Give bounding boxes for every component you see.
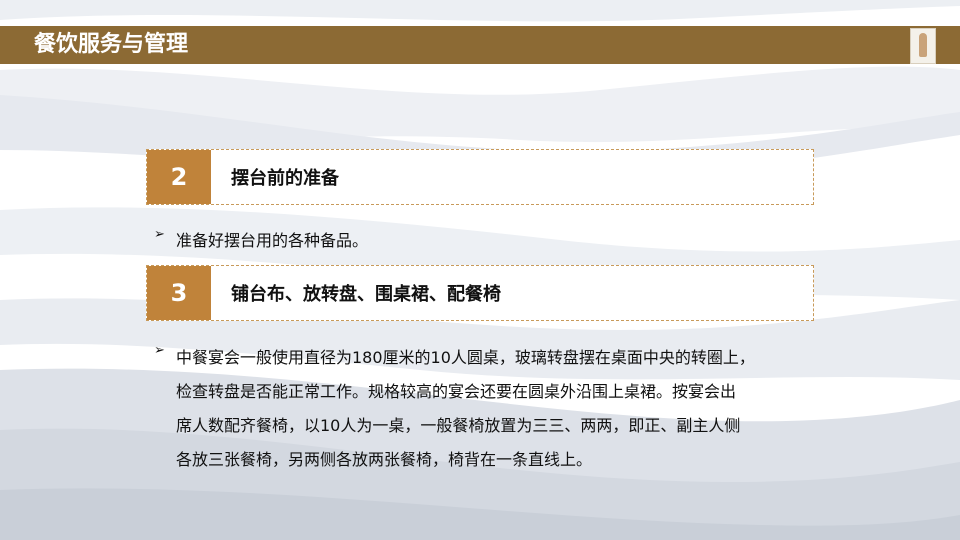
arrow-bullet-icon: ➢ bbox=[154, 343, 165, 358]
paragraph-line: 席人数配齐餐椅，以10人为一桌，一般餐椅放置为三三、两两，即正、副主人侧 bbox=[176, 416, 741, 435]
body-paragraph: 中餐宴会一般使用直径为180厘米的10人圆桌，玻璃转盘摆在桌面中央的转圈上， 检… bbox=[176, 341, 836, 477]
section-header-3: 3 铺台布、放转盘、围桌裙、配餐椅 bbox=[146, 265, 814, 321]
paragraph-line: 各放三张餐椅，另两侧各放两张餐椅，椅背在一条直线上。 bbox=[176, 450, 593, 469]
bullet-text: 准备好摆台用的各种备品。 bbox=[176, 231, 369, 250]
paragraph-line: 中餐宴会一般使用直径为180厘米的10人圆桌，玻璃转盘摆在桌面中央的转圈上， bbox=[176, 348, 755, 367]
section-number: 3 bbox=[147, 266, 211, 320]
paragraph-line: 检查转盘是否能正常工作。规格较高的宴会还要在圆桌外沿围上桌裙。按宴会出 bbox=[176, 382, 737, 401]
arrow-bullet-icon: ➢ bbox=[154, 227, 165, 242]
figure-thumbnail-icon bbox=[910, 28, 936, 64]
section-title: 摆台前的准备 bbox=[231, 168, 339, 189]
page-title: 餐饮服务与管理 bbox=[34, 32, 189, 57]
section-title: 铺台布、放转盘、围桌裙、配餐椅 bbox=[231, 284, 501, 305]
figure-shape bbox=[919, 33, 927, 57]
section-header-2: 2 摆台前的准备 bbox=[146, 149, 814, 205]
section-number: 2 bbox=[147, 150, 211, 204]
